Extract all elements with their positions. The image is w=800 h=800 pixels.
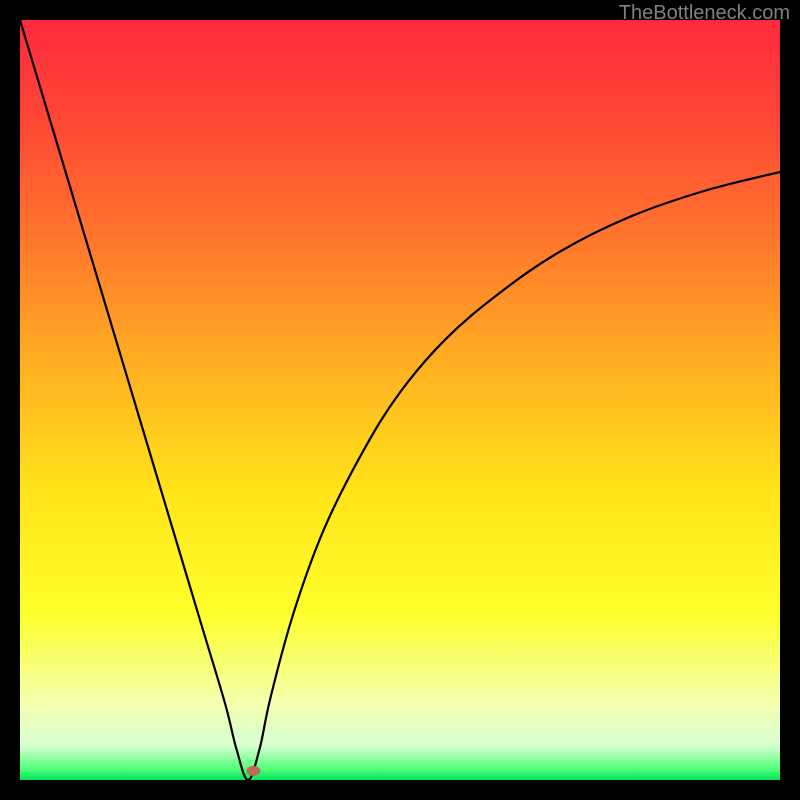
optimal-point-marker [246, 766, 260, 776]
plot-area [20, 20, 780, 780]
chart-svg [20, 20, 780, 780]
watermark-text: TheBottleneck.com [619, 2, 790, 25]
chart-container: TheBottleneck.com [0, 0, 800, 800]
